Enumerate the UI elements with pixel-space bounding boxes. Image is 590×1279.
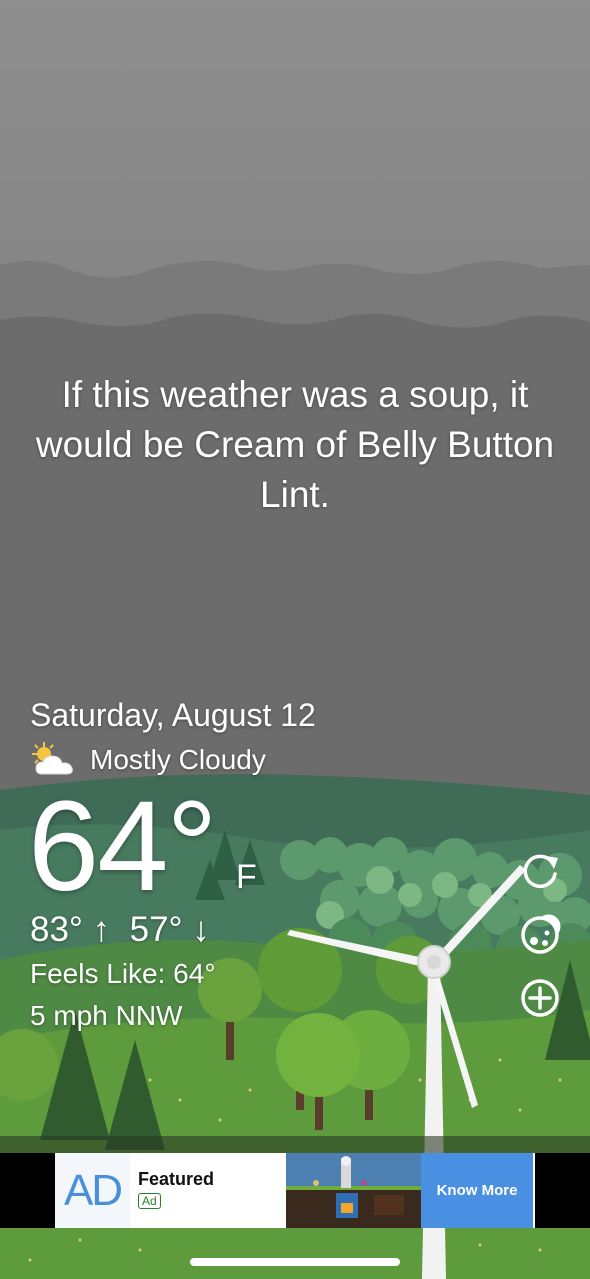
weather-quote: If this weather was a soup, it would be … xyxy=(35,374,555,515)
add-location-icon xyxy=(521,979,559,1017)
ad-badge: Ad xyxy=(138,1193,161,1209)
condition-text: Mostly Cloudy xyxy=(90,744,266,775)
home-indicator[interactable] xyxy=(190,1258,400,1266)
ad-logo: AD xyxy=(55,1153,130,1228)
ad-content[interactable]: AD Featured Ad Know More xyxy=(55,1153,535,1228)
ad-banner[interactable]: AD Featured Ad Know More xyxy=(0,1153,590,1228)
ad-text-block: Featured Ad xyxy=(130,1153,286,1228)
refresh-button[interactable] xyxy=(518,850,562,894)
refresh-icon xyxy=(523,854,558,889)
ad-know-more-button[interactable]: Know More xyxy=(421,1153,533,1228)
ad-title: Featured xyxy=(138,1169,215,1189)
partly-cloudy-icon xyxy=(32,742,73,775)
wind-info: 5 mph NNW xyxy=(30,1000,183,1031)
current-temperature: 64° xyxy=(28,775,218,918)
temperature-unit[interactable]: F xyxy=(236,858,257,897)
ad-game-image xyxy=(286,1153,421,1228)
condition-row: Mostly Cloudy xyxy=(28,740,266,780)
theme-button[interactable] xyxy=(518,913,562,957)
theme-icon xyxy=(521,914,561,954)
high-low-temperature: 83° ↑ 57° ↓ xyxy=(30,910,210,949)
date-label: Saturday, August 12 xyxy=(30,697,316,733)
weather-scene-background xyxy=(0,0,590,1279)
feels-like: Feels Like: 64° xyxy=(30,958,216,989)
add-location-button[interactable] xyxy=(518,976,562,1020)
